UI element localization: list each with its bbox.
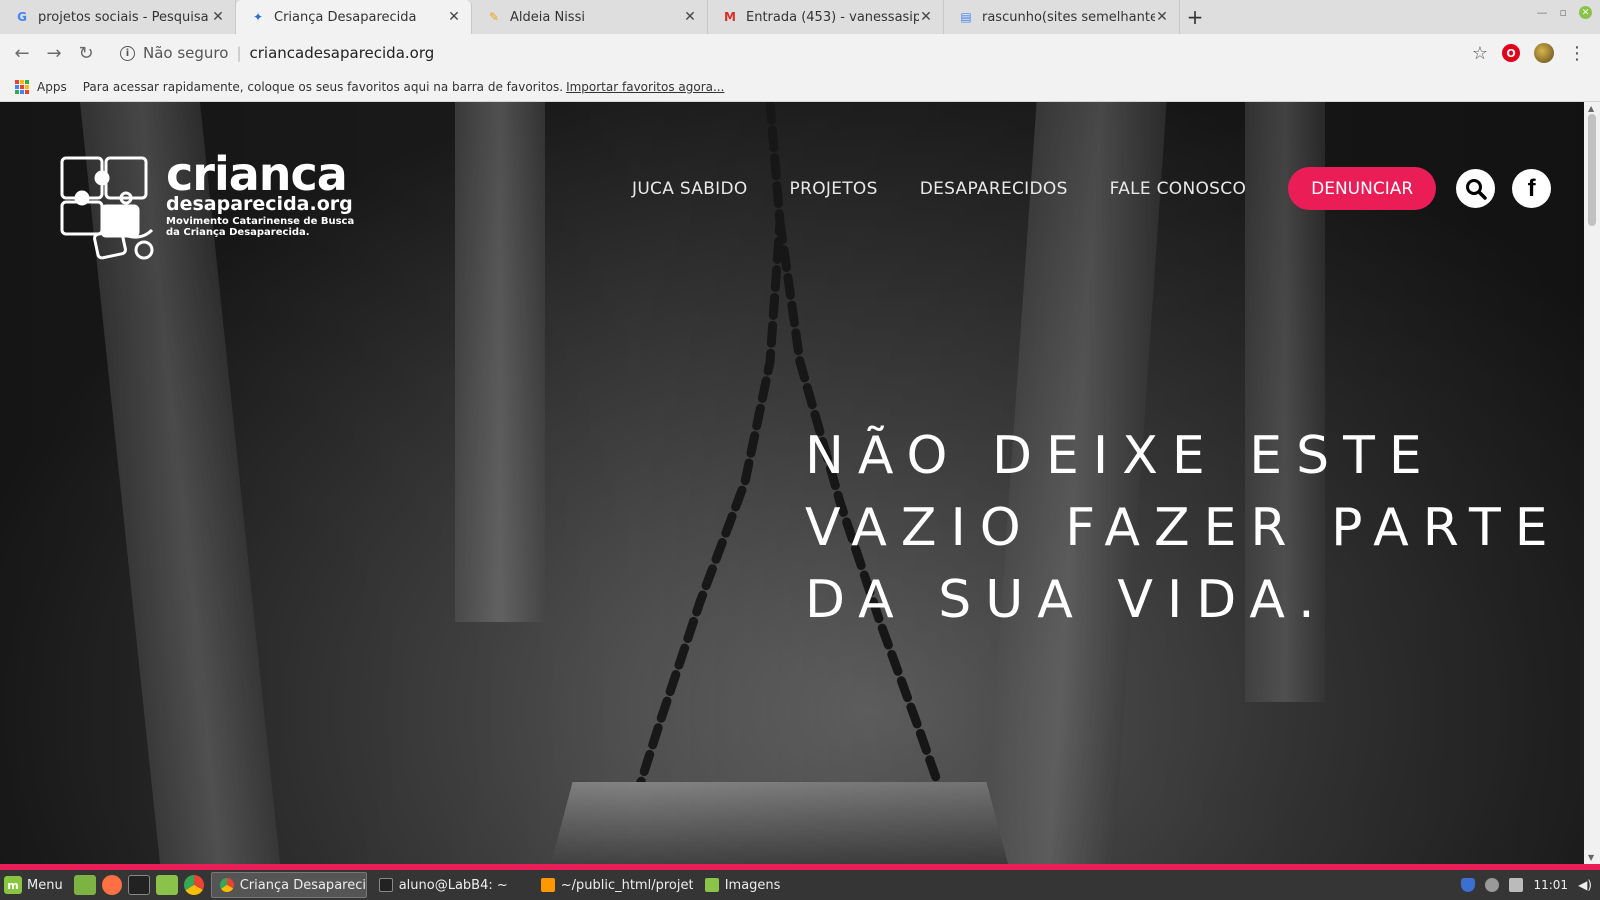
url-text: criancadesaparecida.org — [249, 44, 435, 62]
network-icon[interactable] — [1509, 878, 1524, 892]
chrome-icon — [219, 878, 234, 892]
more-menu-icon[interactable]: ⋮ — [1568, 43, 1586, 64]
forward-icon[interactable]: → — [38, 37, 70, 69]
bookmark-star-icon[interactable]: ☆ — [1472, 43, 1488, 64]
google-icon: G — [17, 10, 27, 24]
nav-item-juca-sabido[interactable]: JUCA SABIDO — [632, 179, 748, 199]
close-tab-icon[interactable]: ✕ — [211, 9, 225, 25]
start-menu-button[interactable]: m Menu — [0, 870, 71, 900]
docs-icon: ▤ — [960, 10, 972, 24]
user-icon[interactable] — [1485, 878, 1500, 892]
folder-icon — [704, 878, 719, 892]
tab-title: rascunho(sites semelhantes, ol — [982, 9, 1155, 25]
tab-strip: G projetos sociais - Pesquisa Goo ✕ ✦ Cr… — [0, 0, 1600, 34]
menu-label: Menu — [27, 877, 63, 893]
tab-title: projetos sociais - Pesquisa Goo — [38, 9, 211, 25]
logo-tagline-1: Movimento Catarinense de Busca — [166, 216, 355, 227]
tab-title: Aldeia Nissi — [510, 9, 585, 25]
window-controls: — ▫ ✕ — [1537, 6, 1592, 19]
task-chrome-window[interactable]: Criança Desaparecid... — [210, 872, 367, 898]
search-button[interactable] — [1456, 169, 1496, 208]
denunciar-button[interactable]: DENUNCIAR — [1288, 167, 1437, 210]
system-tray: 11:01 ◀) — [1461, 878, 1600, 892]
task-images-folder[interactable]: Imagens — [697, 872, 847, 898]
new-tab-button[interactable]: + — [1180, 0, 1210, 34]
close-tab-icon[interactable]: ✕ — [683, 9, 697, 25]
tab-title: Criança Desaparecida — [274, 9, 417, 25]
scroll-up-icon[interactable]: ▲ — [1588, 104, 1594, 113]
tab-aldeia-nissi[interactable]: ✎ Aldeia Nissi ✕ — [472, 0, 708, 34]
apps-grid-icon[interactable] — [15, 79, 29, 94]
facebook-button[interactable]: f — [1512, 169, 1552, 208]
firefox-icon[interactable] — [101, 875, 122, 895]
close-tab-icon[interactable]: ✕ — [1155, 9, 1169, 25]
headline-line-2: VAZIO FAZER PARTE — [805, 498, 1562, 558]
terminal-icon — [378, 878, 393, 892]
security-label: Não seguro — [143, 44, 229, 62]
puzzle-logo-icon — [60, 156, 154, 260]
bookmarks-hint: Para acessar rapidamente, coloque os seu… — [82, 79, 564, 94]
shield-icon[interactable] — [1461, 878, 1476, 892]
back-icon[interactable]: ← — [6, 37, 38, 69]
profile-avatar[interactable] — [1534, 43, 1554, 63]
tab-google-search[interactable]: G projetos sociais - Pesquisa Goo ✕ — [0, 0, 236, 34]
browser-toolbar: ← → ↻ i Não seguro | criancadesaparecida… — [0, 34, 1600, 72]
opera-extension-icon[interactable]: O — [1502, 44, 1520, 62]
files-icon[interactable] — [155, 875, 178, 895]
terminal-icon[interactable] — [127, 875, 150, 895]
site-logo[interactable]: crianca desaparecida.org Movimento Catar… — [58, 147, 355, 260]
logo-title: crianca — [166, 147, 348, 201]
task-terminal[interactable]: aluno@LabB4: ~ — [371, 872, 529, 898]
hero-headline: NÃO DEIXE ESTE VAZIO FAZER PARTE DA SUA … — [805, 420, 1562, 636]
feather-icon: ✎ — [488, 10, 500, 24]
close-tab-icon[interactable]: ✕ — [919, 9, 933, 25]
os-taskbar: m Menu Criança Desaparecid... aluno@LabB… — [0, 870, 1600, 900]
address-bar[interactable]: i Não seguro | criancadesaparecida.org — [120, 38, 1472, 68]
show-desktop-icon[interactable] — [73, 875, 96, 895]
main-nav: JUCA SABIDO PROJETOS DESAPARECIDOS FALE … — [632, 167, 1568, 210]
nav-item-desaparecidos[interactable]: DESAPARECIDOS — [920, 179, 1068, 199]
apps-link[interactable]: Apps — [37, 80, 67, 94]
tab-crianca-desaparecida[interactable]: ✦ Criança Desaparecida ✕ — [236, 0, 472, 34]
sublime-icon — [540, 878, 555, 892]
task-label: aluno@LabB4: ~ — [398, 877, 508, 893]
headline-line-1: NÃO DEIXE ESTE — [805, 426, 1436, 486]
separator: | — [236, 44, 242, 62]
page-viewport: crianca desaparecida.org Movimento Catar… — [0, 102, 1584, 864]
logo-domain: desaparecida.org — [166, 193, 353, 215]
nav-item-fale-conosco[interactable]: FALE CONOSCO — [1110, 179, 1246, 199]
mint-logo-icon: m — [4, 876, 22, 894]
task-label: Criança Desaparecid... — [239, 877, 366, 893]
minimize-icon[interactable]: — — [1537, 6, 1548, 19]
info-icon[interactable]: i — [120, 45, 135, 61]
gmail-icon: M — [724, 10, 736, 24]
headline-line-3: DA SUA VIDA. — [805, 570, 1329, 630]
clock[interactable]: 11:01 — [1533, 878, 1568, 892]
task-label: Imagens — [724, 877, 781, 893]
task-sublime[interactable]: ~/public_html/projeto... — [533, 872, 693, 898]
task-label: ~/public_html/projeto... — [560, 877, 693, 893]
maximize-icon[interactable]: ▫ — [1560, 6, 1567, 19]
nav-item-projetos[interactable]: PROJETOS — [790, 179, 878, 199]
tab-google-docs[interactable]: ▤ rascunho(sites semelhantes, ol ✕ — [944, 0, 1180, 34]
reload-icon[interactable]: ↻ — [70, 37, 102, 69]
close-tab-icon[interactable]: ✕ — [447, 9, 461, 25]
scrollbar-thumb[interactable] — [1588, 114, 1596, 226]
tab-title: Entrada (453) - vanessasipriani — [746, 9, 919, 25]
bookmarks-bar: Apps Para acessar rapidamente, coloque o… — [0, 72, 1600, 102]
scroll-down-icon[interactable]: ▼ — [1588, 853, 1594, 862]
close-window-icon[interactable]: ✕ — [1579, 6, 1592, 19]
page-scrollbar[interactable]: ▲ ▼ — [1584, 102, 1600, 864]
volume-icon[interactable]: ◀) — [1578, 878, 1592, 892]
search-icon — [1465, 178, 1487, 200]
logo-tagline-2: da Criança Desaparecida. — [166, 227, 310, 238]
facebook-icon: f — [1527, 174, 1536, 202]
chrome-icon[interactable] — [183, 875, 204, 895]
tab-gmail[interactable]: M Entrada (453) - vanessasipriani ✕ — [708, 0, 944, 34]
import-bookmarks-link[interactable]: Importar favoritos agora... — [566, 80, 724, 94]
puzzle-favicon-icon: ✦ — [252, 10, 264, 24]
